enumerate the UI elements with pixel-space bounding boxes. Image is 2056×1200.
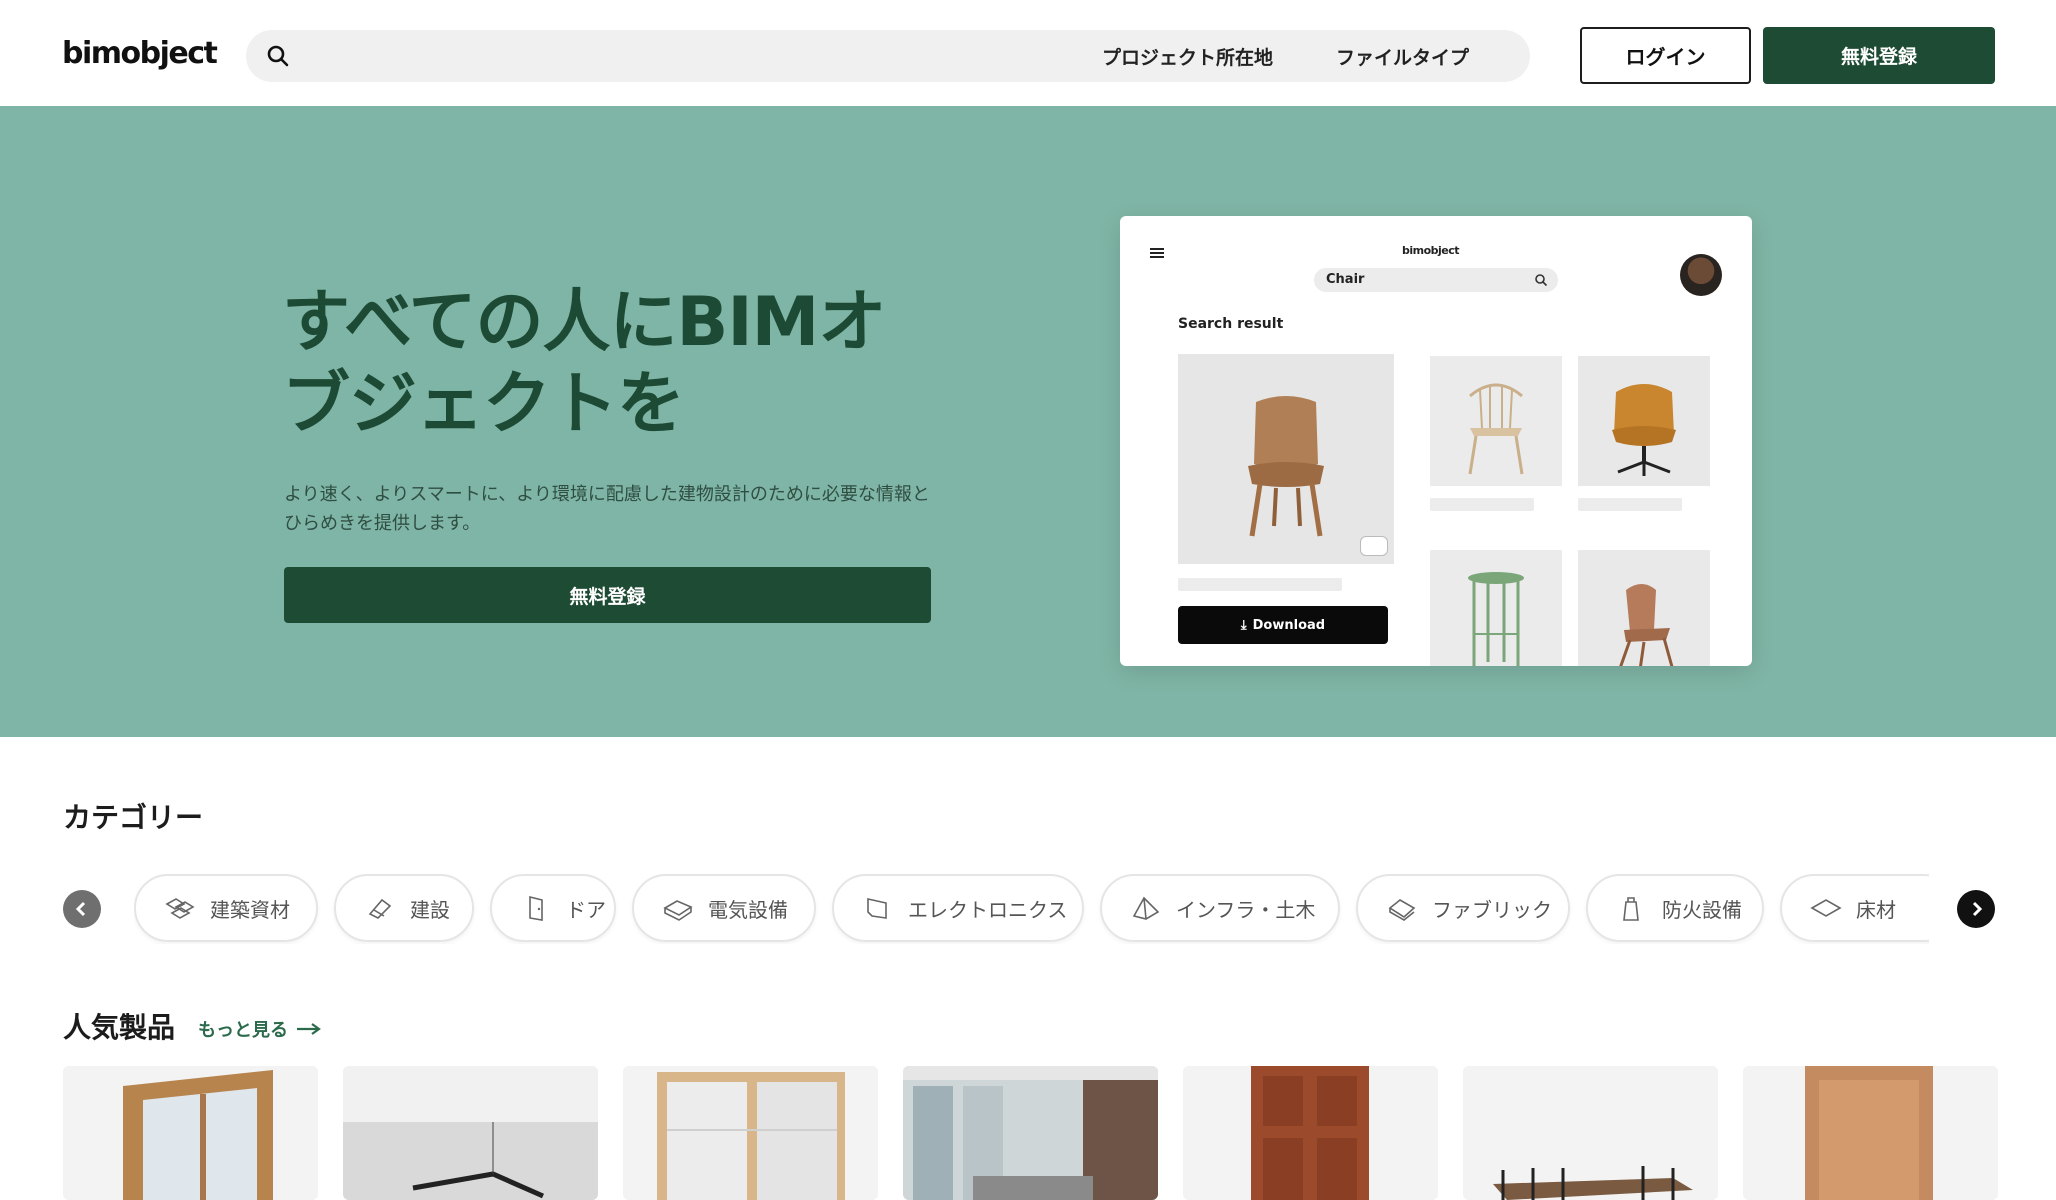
mockup-download-button: ⤓ Download <box>1178 606 1388 644</box>
category-label: 建設 <box>410 897 450 922</box>
product-card-interior[interactable] <box>903 1066 1158 1200</box>
avatar <box>1680 254 1722 296</box>
hero-title: すべての人にBIMオブジェクトを <box>282 283 886 444</box>
arrow-right-icon <box>297 1023 321 1035</box>
placeholder-bar <box>1430 498 1534 511</box>
product-card-lamp[interactable] <box>343 1066 598 1200</box>
electronics-icon <box>867 898 887 919</box>
category-chip-electronics[interactable]: エレクトロニクス <box>832 874 1084 942</box>
chair-tile-3 <box>1578 356 1710 486</box>
mockup-search: Chair <box>1314 268 1558 292</box>
product-card-wooden-door[interactable] <box>1183 1066 1438 1200</box>
popular-products-title: 人気製品 <box>63 1011 176 1044</box>
wooden-door-image <box>1183 1066 1438 1200</box>
3d-view-icon <box>1360 536 1388 556</box>
hero-description: より速く、よりスマートに、より環境に配慮した建物設計のために必要な情報とひらめき… <box>284 484 930 534</box>
categories-carousel: 建築資材 建設 ドア 電気設備 エレクトロニクス インフラ・土木 ファブリック … <box>134 874 1929 944</box>
category-label: 電気設備 <box>708 897 788 922</box>
category-label: 防火設備 <box>1662 897 1742 922</box>
category-label: ファブリック <box>1432 897 1552 922</box>
product-card-sliding-door[interactable] <box>623 1066 878 1200</box>
chevron-left-icon <box>75 901 86 917</box>
product-card-cabinet-door[interactable] <box>1743 1066 1998 1200</box>
placeholder-bar <box>1178 578 1342 591</box>
swivel-chair-image <box>1578 356 1710 486</box>
hero-register-button[interactable]: 無料登録 <box>284 567 931 623</box>
search-icon <box>267 45 289 67</box>
chair-tile-4 <box>1430 550 1562 666</box>
category-label: インフラ・土木 <box>1176 897 1316 922</box>
category-chip-electrical[interactable]: 電気設備 <box>632 874 816 942</box>
categories-next-button[interactable] <box>1957 890 1995 928</box>
brown-chair-image <box>1178 354 1394 564</box>
bimobject-logo[interactable]: bimobject <box>62 36 218 71</box>
electrical-icon <box>663 900 693 921</box>
category-label: ドア <box>566 897 606 922</box>
stool-image <box>1430 550 1562 666</box>
chevron-right-icon <box>1972 901 1983 917</box>
mockup-search-text: Chair <box>1326 272 1365 287</box>
see-more-label: もっと見る <box>198 1020 288 1041</box>
chair-tile-2 <box>1430 356 1562 486</box>
download-icon: ⤓ <box>1240 617 1247 633</box>
category-label: 床材 <box>1856 897 1896 922</box>
construction-icon <box>368 898 392 919</box>
hero-banner: すべての人にBIMオブジェクトを より速く、よりスマートに、より環境に配慮した建… <box>0 106 2056 737</box>
see-more-link[interactable]: もっと見る <box>198 1016 322 1042</box>
category-label: エレクトロニクス <box>908 897 1068 922</box>
menu-icon <box>1150 248 1164 258</box>
register-button[interactable]: 無料登録 <box>1763 27 1995 84</box>
project-location-filter[interactable]: プロジェクト所在地 <box>1102 43 1273 70</box>
chair-tile-main <box>1178 354 1394 564</box>
search-bar[interactable]: プロジェクト所在地 ファイルタイプ <box>246 30 1530 82</box>
top-header: bimobject プロジェクト所在地 ファイルタイプ ログイン 無料登録 <box>0 0 2056 106</box>
file-type-filter[interactable]: ファイルタイプ <box>1336 43 1469 70</box>
door-icon <box>529 895 543 921</box>
chair-tile-5 <box>1578 550 1710 666</box>
pendant-lamp-image <box>343 1066 598 1200</box>
category-label: 建築資材 <box>210 897 290 922</box>
category-chip-building-materials[interactable]: 建築資材 <box>134 874 318 942</box>
flooring-icon <box>1810 899 1842 917</box>
mockup-logo: bimobject <box>1402 244 1460 257</box>
side-chair-image <box>1578 550 1710 666</box>
app-mockup-image: bimobject Chair Search result ⤓ Download <box>1120 216 1752 666</box>
window-frame-image <box>63 1066 318 1200</box>
search-icon <box>1535 274 1548 287</box>
sliding-door-image <box>623 1066 878 1200</box>
category-chip-construction[interactable]: 建設 <box>334 874 474 942</box>
product-card-dining-set[interactable] <box>1463 1066 1718 1200</box>
infrastructure-icon <box>1132 896 1160 920</box>
dining-set-image <box>1463 1066 1718 1200</box>
search-result-label: Search result <box>1178 316 1284 332</box>
login-button[interactable]: ログイン <box>1580 27 1751 84</box>
categories-prev-button[interactable] <box>63 890 101 928</box>
building-materials-icon <box>165 898 195 919</box>
placeholder-bar <box>1578 498 1682 511</box>
product-card-window[interactable] <box>63 1066 318 1200</box>
cabinet-door-image <box>1743 1066 1998 1200</box>
wire-chair-image <box>1430 356 1562 486</box>
categories-title: カテゴリー <box>63 801 204 834</box>
fabric-icon <box>1388 899 1416 921</box>
category-chip-fabric[interactable]: ファブリック <box>1356 874 1570 942</box>
fire-safety-icon <box>1623 897 1639 921</box>
category-chip-fire-safety[interactable]: 防火設備 <box>1586 874 1764 942</box>
mockup-download-label: Download <box>1252 617 1326 633</box>
category-chip-door[interactable]: ドア <box>490 874 616 942</box>
interior-room-image <box>903 1066 1158 1200</box>
category-chip-flooring[interactable]: 床材 <box>1780 874 1929 942</box>
category-chip-infrastructure[interactable]: インフラ・土木 <box>1100 874 1340 942</box>
